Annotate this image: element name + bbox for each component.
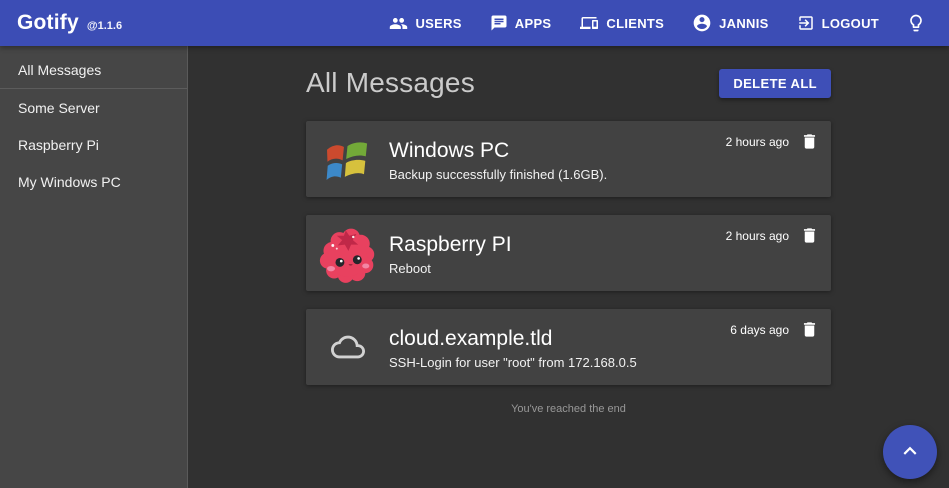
trash-icon — [800, 233, 819, 248]
sidebar-item-all-messages[interactable]: All Messages — [0, 51, 187, 88]
nav-account-label: JANNIS — [719, 16, 768, 31]
main-content: All Messages DELETE ALL Windows PC Backu… — [188, 46, 949, 488]
message-title: cloud.example.tld — [389, 326, 722, 352]
top-app-bar: Gotify @1.1.6 USERS APPS CLIENTS JANNIS — [0, 0, 949, 46]
message-title: Raspberry PI — [389, 232, 718, 258]
nav-logout-label: LOGOUT — [822, 16, 879, 31]
sidebar-item-raspberry-pi[interactable]: Raspberry Pi — [0, 126, 187, 163]
message-body: Reboot — [389, 260, 718, 277]
sidebar-item-label: All Messages — [18, 62, 101, 78]
page-title: All Messages — [306, 67, 475, 99]
account-circle-icon — [692, 13, 712, 33]
nav-clients-button[interactable]: CLIENTS — [569, 6, 674, 40]
trash-icon — [800, 327, 819, 342]
nav-users-label: USERS — [415, 16, 461, 31]
windows-logo-icon — [319, 131, 376, 188]
scroll-to-top-fab[interactable] — [883, 425, 937, 479]
delete-all-button[interactable]: DELETE ALL — [719, 69, 831, 98]
nav-logout-button[interactable]: LOGOUT — [787, 6, 889, 40]
sidebar-item-label: Raspberry Pi — [18, 137, 99, 153]
nav-clients-label: CLIENTS — [606, 16, 664, 31]
message-title: Windows PC — [389, 138, 718, 164]
sidebar-item-label: My Windows PC — [18, 174, 121, 190]
message-timestamp: 2 hours ago — [726, 226, 789, 246]
sidebar: All Messages Some Server Raspberry Pi My… — [0, 46, 188, 488]
message-content: Raspberry PI Reboot — [389, 230, 718, 277]
users-icon — [389, 14, 408, 33]
page-header: All Messages DELETE ALL — [306, 66, 831, 100]
app-title: Gotify — [17, 11, 79, 35]
brand: Gotify @1.1.6 — [17, 11, 122, 35]
cloud-icon — [319, 319, 376, 376]
nav-apps-button[interactable]: APPS — [480, 6, 562, 40]
end-of-list-text: You've reached the end — [306, 403, 831, 415]
nav-users-button[interactable]: USERS — [379, 6, 471, 41]
message-timestamp: 6 days ago — [730, 320, 789, 340]
message-content: cloud.example.tld SSH-Login for user "ro… — [389, 324, 722, 371]
chat-icon — [490, 14, 508, 32]
top-navigation: USERS APPS CLIENTS JANNIS LOGOUT — [379, 5, 935, 41]
chevron-up-icon — [897, 438, 923, 467]
message-card: cloud.example.tld SSH-Login for user "ro… — [306, 309, 831, 385]
sidebar-item-label: Some Server — [18, 100, 100, 116]
message-card: Raspberry PI Reboot 2 hours ago — [306, 215, 831, 291]
delete-message-button[interactable] — [800, 320, 819, 339]
message-body: Backup successfully finished (1.6GB). — [389, 166, 718, 183]
logout-icon — [797, 14, 815, 32]
delete-message-button[interactable] — [800, 132, 819, 151]
message-card: Windows PC Backup successfully finished … — [306, 121, 831, 197]
message-meta: 6 days ago — [722, 309, 831, 340]
message-body: SSH-Login for user "root" from 172.168.0… — [389, 354, 722, 371]
delete-message-button[interactable] — [800, 226, 819, 245]
nav-account-button[interactable]: JANNIS — [682, 5, 778, 41]
trash-icon — [800, 139, 819, 154]
app-version: @1.1.6 — [87, 20, 122, 32]
raspberry-icon — [319, 225, 376, 282]
message-meta: 2 hours ago — [718, 215, 831, 246]
message-meta: 2 hours ago — [718, 121, 831, 152]
message-content: Windows PC Backup successfully finished … — [389, 136, 718, 183]
nav-apps-label: APPS — [515, 16, 552, 31]
lightbulb-icon — [906, 13, 926, 33]
message-timestamp: 2 hours ago — [726, 132, 789, 152]
devices-icon — [579, 14, 599, 32]
sidebar-item-my-windows-pc[interactable]: My Windows PC — [0, 163, 187, 200]
sidebar-item-some-server[interactable]: Some Server — [0, 89, 187, 126]
theme-toggle-button[interactable] — [897, 5, 935, 41]
